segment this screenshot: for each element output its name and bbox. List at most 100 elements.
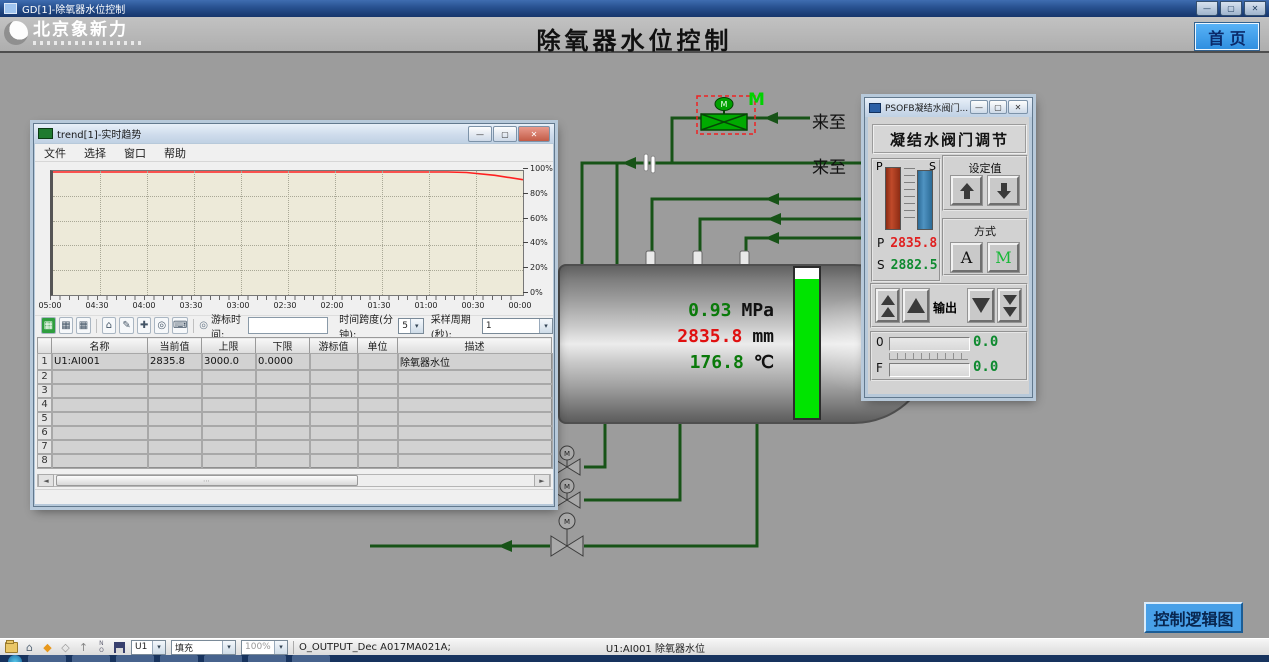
- row-number[interactable]: 5: [38, 412, 52, 426]
- table-cell[interactable]: [358, 454, 398, 468]
- table-row[interactable]: 2: [38, 370, 552, 384]
- table-cell[interactable]: [398, 370, 552, 384]
- sample-select[interactable]: 1 ▾: [482, 318, 553, 334]
- table-cell[interactable]: [52, 440, 148, 454]
- row-number[interactable]: 4: [38, 398, 52, 412]
- home-icon[interactable]: ⌂: [102, 317, 117, 334]
- table-cell[interactable]: [358, 426, 398, 440]
- row-number[interactable]: 2: [38, 370, 52, 384]
- trend-close-icon[interactable]: ✕: [518, 126, 550, 142]
- condensate-motor-valve[interactable]: M: [697, 96, 755, 134]
- psofb-maximize-icon[interactable]: ▢: [989, 100, 1007, 114]
- column-header[interactable]: 名称: [52, 338, 148, 354]
- setpoint-down-button[interactable]: [988, 176, 1019, 205]
- home-icon[interactable]: ⌂: [23, 641, 36, 654]
- table-cell[interactable]: [52, 384, 148, 398]
- table-cell[interactable]: [52, 454, 148, 468]
- table-cell[interactable]: [52, 412, 148, 426]
- maximize-icon[interactable]: ▢: [1220, 1, 1242, 16]
- cursor-time-input[interactable]: [248, 317, 328, 334]
- menu-item[interactable]: 帮助: [155, 145, 195, 161]
- no-toggle-icon[interactable]: NO: [95, 641, 108, 654]
- span-select[interactable]: 5 ▾: [398, 318, 423, 334]
- column-header[interactable]: 当前值: [148, 338, 202, 354]
- up-level-icon[interactable]: ↑: [77, 641, 90, 654]
- table-cell[interactable]: [310, 454, 358, 468]
- table-row[interactable]: 8: [38, 454, 552, 468]
- taskbar-app[interactable]: [248, 655, 286, 662]
- table-cell[interactable]: [358, 412, 398, 426]
- export-chart-icon[interactable]: ▦: [41, 317, 56, 334]
- table-cell[interactable]: [256, 384, 310, 398]
- drain-valve-3[interactable]: M: [551, 513, 583, 556]
- table-row[interactable]: 3: [38, 384, 552, 398]
- table-cell[interactable]: 除氧器水位: [398, 354, 552, 370]
- column-header[interactable]: 游标值: [310, 338, 358, 354]
- unit-select[interactable]: U1 ▾: [131, 640, 166, 655]
- menu-item[interactable]: 文件: [35, 145, 75, 161]
- psofb-close-icon[interactable]: ✕: [1008, 100, 1028, 114]
- table-cell[interactable]: [358, 440, 398, 454]
- table-cell[interactable]: [52, 398, 148, 412]
- zoom-select[interactable]: 100% ▾: [241, 640, 288, 655]
- table-cell[interactable]: [148, 384, 202, 398]
- table-cell[interactable]: [358, 398, 398, 412]
- taskbar-app[interactable]: [204, 655, 242, 662]
- row-number[interactable]: 8: [38, 454, 52, 468]
- output-down-button[interactable]: [968, 289, 994, 322]
- table-cell[interactable]: [202, 440, 256, 454]
- start-button[interactable]: [8, 655, 22, 662]
- table-cell[interactable]: [398, 440, 552, 454]
- mode-manual-button[interactable]: M: [988, 243, 1019, 272]
- table-cell[interactable]: [310, 412, 358, 426]
- table-cell[interactable]: [256, 398, 310, 412]
- table-cell[interactable]: [310, 384, 358, 398]
- table-cell[interactable]: [256, 426, 310, 440]
- table-cell[interactable]: [398, 398, 552, 412]
- trend-minimize-icon[interactable]: —: [468, 126, 492, 142]
- fill-mode-select[interactable]: 填充 ▾: [171, 640, 236, 655]
- menu-item[interactable]: 选择: [75, 145, 115, 161]
- table-cell[interactable]: [398, 384, 552, 398]
- taskbar-app[interactable]: [28, 655, 66, 662]
- table-row[interactable]: 6: [38, 426, 552, 440]
- scrollbar-thumb[interactable]: ⋯: [56, 475, 358, 486]
- table-cell[interactable]: [202, 384, 256, 398]
- table-row[interactable]: 1U1:AI0012835.83000.00.0000除氧器水位: [38, 354, 552, 370]
- column-header[interactable]: 上限: [202, 338, 256, 354]
- table-cell[interactable]: 2835.8: [148, 354, 202, 370]
- home-button[interactable]: 首 页: [1195, 23, 1259, 50]
- table-cell[interactable]: [148, 412, 202, 426]
- table-cell[interactable]: [398, 426, 552, 440]
- zoom-icon[interactable]: ◎: [154, 317, 169, 334]
- table-cell[interactable]: [256, 454, 310, 468]
- table-cell[interactable]: [52, 426, 148, 440]
- table-cell[interactable]: [256, 440, 310, 454]
- column-header[interactable]: 单位: [358, 338, 398, 354]
- scroll-left-icon[interactable]: ◄: [38, 474, 54, 487]
- output-up-button[interactable]: [903, 289, 929, 322]
- column-header[interactable]: 下限: [256, 338, 310, 354]
- scroll-right-icon[interactable]: ►: [534, 474, 550, 487]
- table-row[interactable]: 5: [38, 412, 552, 426]
- table-row[interactable]: 4: [38, 398, 552, 412]
- table-cell[interactable]: 3000.0: [202, 354, 256, 370]
- psofb-minimize-icon[interactable]: —: [970, 100, 988, 114]
- table-cell[interactable]: [202, 454, 256, 468]
- nav-diamond-icon[interactable]: ◆: [41, 641, 54, 654]
- table-row[interactable]: 7: [38, 440, 552, 454]
- table-cell[interactable]: [148, 454, 202, 468]
- drain-valve-1[interactable]: M: [554, 446, 580, 475]
- row-number[interactable]: 7: [38, 440, 52, 454]
- table-cell[interactable]: [202, 370, 256, 384]
- output-fast-down-button[interactable]: [998, 289, 1021, 322]
- table-cell[interactable]: [310, 370, 358, 384]
- row-number[interactable]: 6: [38, 426, 52, 440]
- keyboard-icon[interactable]: ⌨: [172, 317, 188, 334]
- table-cell[interactable]: [398, 412, 552, 426]
- trend-maximize-icon[interactable]: ▢: [493, 126, 517, 142]
- mode-auto-button[interactable]: A: [951, 243, 982, 272]
- trend-table-hscrollbar[interactable]: ◄ ⋯ ►: [37, 474, 551, 487]
- table-cell[interactable]: [310, 354, 358, 370]
- nav-diamond-back-icon[interactable]: ◇: [59, 641, 72, 654]
